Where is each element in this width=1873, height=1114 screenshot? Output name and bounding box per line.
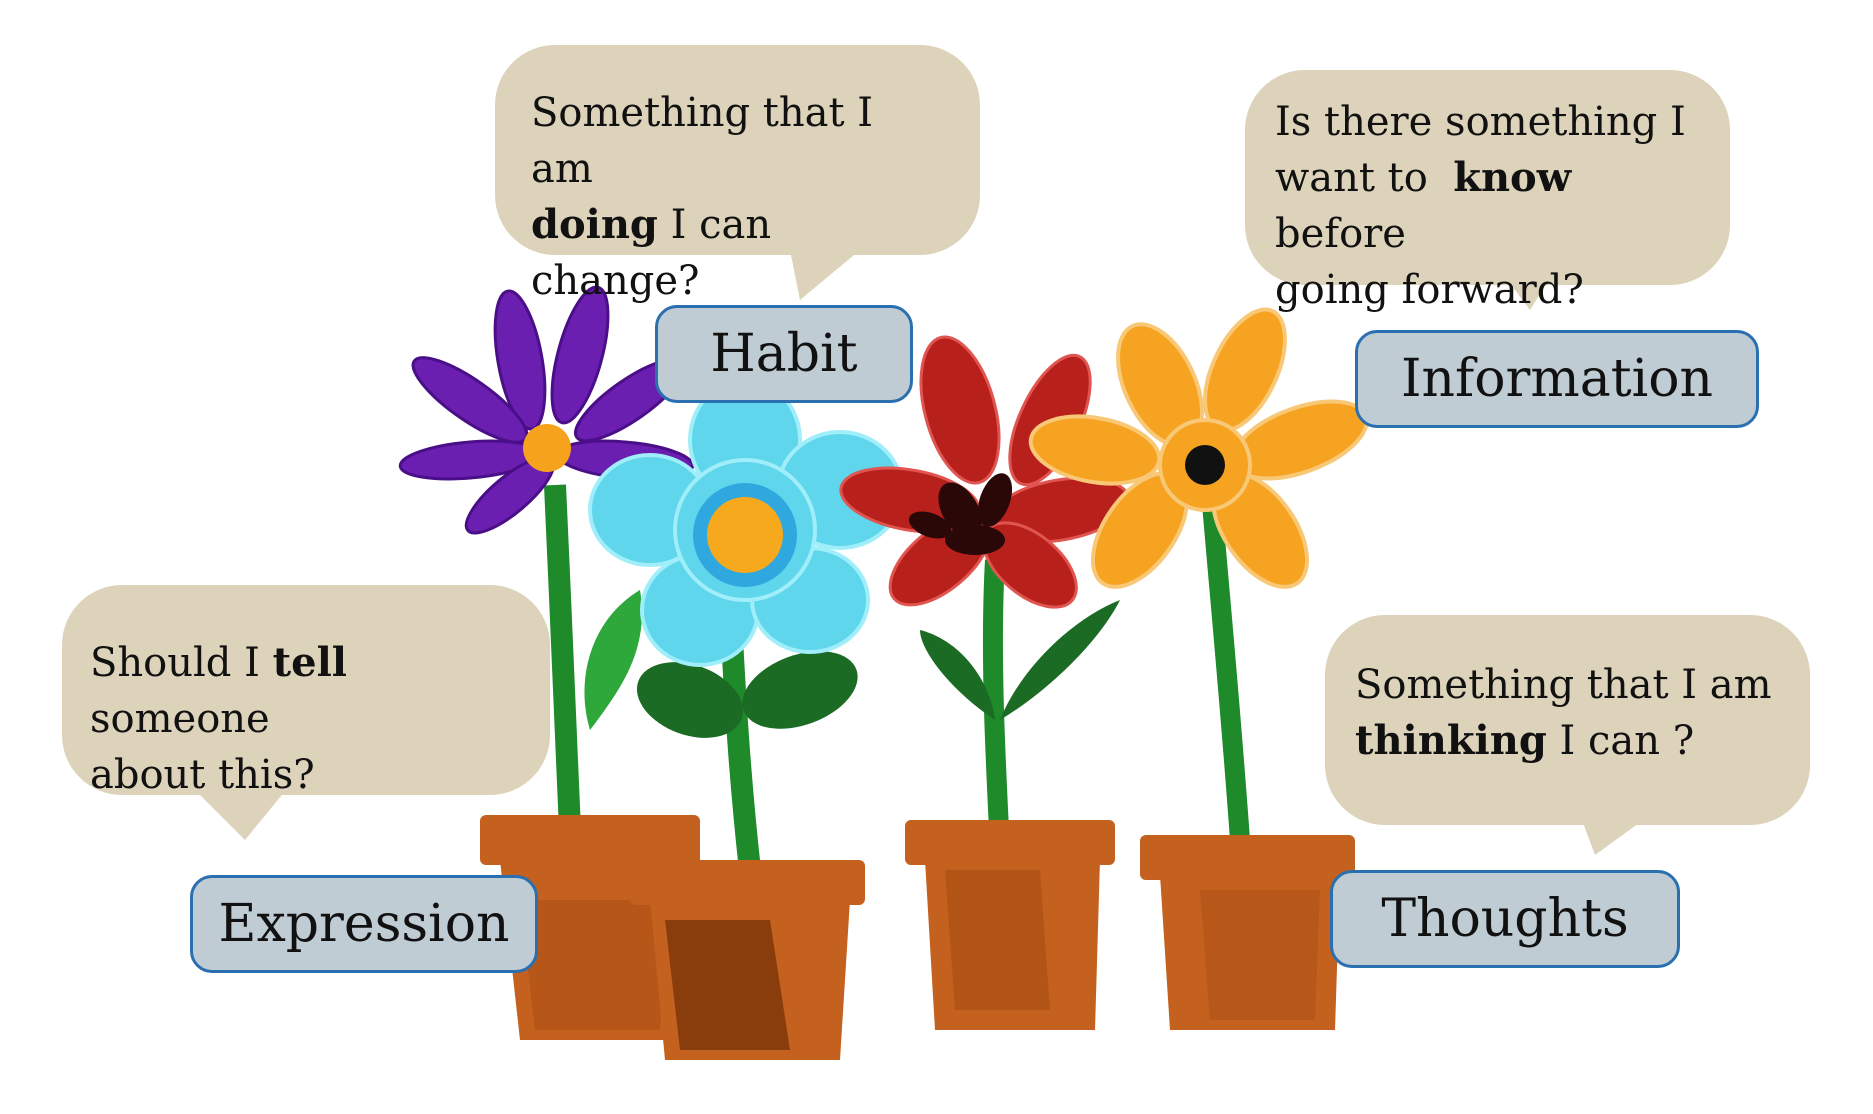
information-question-line1: Is there something I <box>1275 99 1686 145</box>
orange-flower-center <box>1185 445 1225 485</box>
purple-flower-stem <box>544 484 581 831</box>
information-label: Information <box>1355 330 1759 428</box>
expression-question-line1-start: Should I <box>90 640 273 686</box>
pot-2 <box>630 860 865 1060</box>
expression-label: Expression <box>190 875 538 973</box>
habit-question-bubble: Something that I am doing I can change? <box>495 45 980 304</box>
expression-question-line1-end: someone <box>90 696 270 742</box>
habit-label: Habit <box>655 305 913 403</box>
habit-question-line1: Something that I am <box>531 90 874 192</box>
thoughts-question-bubble: Something that I am thinking I can ? <box>1325 615 1810 825</box>
expression-question-line2: about this? <box>90 752 315 798</box>
information-question-bold: know <box>1453 154 1572 201</box>
pot-4 <box>1140 835 1355 1030</box>
thoughts-label: Thoughts <box>1330 870 1680 968</box>
thoughts-question-bold: thinking <box>1355 717 1547 764</box>
information-question-line2-end: before <box>1275 211 1406 257</box>
red-flower-leaf-right <box>1000 600 1120 720</box>
red-flower-stem <box>982 559 1010 851</box>
thoughts-question-line2: I can ? <box>1546 718 1695 764</box>
information-question-bubble: Is there something I want to know before… <box>1245 70 1730 313</box>
information-question-line2-start: want to <box>1275 155 1454 201</box>
habit-question-bold: doing <box>531 201 658 248</box>
information-question-line3: going forward? <box>1275 267 1584 313</box>
pot-3 <box>905 820 1115 1030</box>
purple-flower-center <box>523 424 571 472</box>
red-flower <box>839 335 1131 851</box>
blue-flower-center <box>707 497 783 573</box>
thoughts-question-line1: Something that I am <box>1355 662 1772 708</box>
expression-question-bubble: Should I tell someone about this? <box>62 585 550 798</box>
expression-question-bold: tell <box>272 639 347 686</box>
purple-flower-leaf <box>584 590 642 730</box>
